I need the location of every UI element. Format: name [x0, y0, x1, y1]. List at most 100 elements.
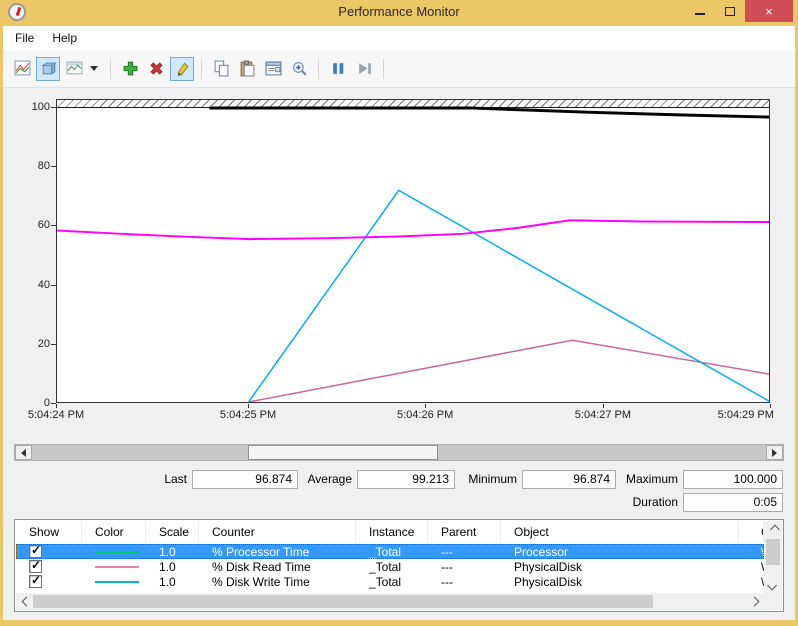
paste-counter-list-button[interactable] — [235, 57, 259, 81]
column-header-computer[interactable]: C — [739, 521, 764, 543]
horizontal-scrollbar-thumb[interactable] — [33, 595, 653, 608]
column-header-color[interactable]: Color — [82, 521, 146, 543]
computer-cell: \\ — [739, 559, 764, 574]
stat-average-label: Average — [290, 470, 352, 488]
chevron-right-icon — [749, 597, 759, 607]
menu-bar: File Help — [3, 26, 795, 50]
delete-counter-button[interactable] — [144, 57, 168, 81]
menu-help[interactable]: Help — [43, 28, 86, 48]
color-swatch — [95, 551, 139, 553]
chart-plot-area — [56, 99, 770, 403]
column-header-instance[interactable]: Instance — [356, 521, 428, 543]
left-arrow-icon — [21, 449, 26, 457]
counter-row[interactable]: 1.0 % Disk Read Time _Total --- Physical… — [16, 559, 764, 574]
step-forward-icon — [356, 60, 373, 77]
add-counter-button[interactable] — [118, 57, 142, 81]
highlight-button[interactable] — [170, 57, 194, 81]
timeline-scrollbar[interactable] — [14, 444, 784, 461]
counter-cell: % Processor Time — [199, 544, 356, 559]
performance-monitor-window: Performance Monitor × File Help — [0, 0, 798, 626]
table-scroll-right-button[interactable] — [747, 593, 764, 610]
computer-cell: \\ — [739, 574, 764, 589]
color-swatch — [95, 566, 139, 568]
show-checkbox[interactable] — [29, 545, 42, 558]
copy-icon — [213, 60, 230, 77]
column-header-object[interactable]: Object — [501, 521, 739, 543]
view-current-activity-button[interactable] — [10, 57, 34, 81]
color-swatch — [95, 581, 139, 583]
toolbar-separator — [201, 59, 202, 79]
table-horizontal-scrollbar[interactable] — [16, 593, 764, 610]
stat-minimum-label: Minimum — [450, 470, 517, 488]
vertical-scrollbar-thumb[interactable] — [766, 539, 780, 565]
scroll-right-button[interactable] — [766, 445, 783, 460]
y-axis-label: 20 — [8, 336, 50, 352]
counter-table: Show Color Scale Counter Instance Parent… — [14, 519, 784, 612]
x-axis-tick — [248, 404, 249, 408]
view-report-button[interactable] — [62, 57, 86, 81]
menu-file[interactable]: File — [6, 28, 43, 48]
x-axis-label: 5:04:26 PM — [397, 409, 453, 421]
counter-row[interactable]: 1.0 % Disk Write Time _Total --- Physica… — [16, 574, 764, 589]
toolbar — [3, 50, 795, 88]
update-data-button[interactable] — [352, 57, 376, 81]
stat-duration-value: 0:05 — [683, 493, 783, 512]
y-axis-tick — [51, 344, 56, 345]
maximize-button[interactable] — [715, 0, 745, 22]
show-checkbox[interactable] — [29, 560, 42, 573]
window-border-left — [0, 0, 3, 626]
scrollbar-corner — [764, 592, 782, 610]
scroll-left-button[interactable] — [15, 445, 32, 460]
graph-type-dropdown-arrow[interactable] — [90, 66, 98, 71]
toolbar-separator — [318, 59, 319, 79]
stat-maximum-label: Maximum — [613, 470, 678, 488]
x-axis-tick — [603, 404, 604, 408]
column-header-show[interactable]: Show — [16, 521, 82, 543]
close-button[interactable]: × — [745, 0, 793, 22]
counter-row[interactable]: 1.0 % Processor Time _Total --- Processo… — [16, 544, 764, 559]
table-scroll-left-button[interactable] — [16, 593, 33, 610]
stat-maximum-value: 100.000 — [683, 470, 783, 489]
column-header-counter[interactable]: Counter — [199, 521, 356, 543]
x-axis-label: 5:04:27 PM — [575, 409, 631, 421]
pause-icon — [330, 60, 347, 77]
highlighter-pen-icon — [174, 60, 191, 77]
scale-cell: 1.0 — [146, 544, 199, 559]
close-icon: × — [765, 4, 773, 19]
change-graph-type-button[interactable] — [36, 57, 60, 81]
y-axis-tick — [51, 285, 56, 286]
x-axis-label: 5:04:24 PM — [28, 409, 84, 421]
object-cell: Processor — [501, 544, 739, 559]
zoom-button[interactable] — [287, 57, 311, 81]
chevron-up-icon — [769, 524, 779, 534]
y-axis-label: 80 — [8, 158, 50, 174]
freeze-display-button[interactable] — [326, 57, 350, 81]
instance-cell: _Total — [356, 559, 428, 574]
properties-button[interactable] — [261, 57, 285, 81]
column-header-scale[interactable]: Scale — [146, 521, 199, 543]
instance-cell: _Total — [356, 544, 428, 559]
y-axis-label: 100 — [8, 99, 50, 115]
parent-cell: --- — [428, 559, 501, 574]
toolbar-separator — [110, 59, 111, 79]
y-axis-label: 60 — [8, 217, 50, 233]
scroll-up-button[interactable] — [764, 521, 782, 537]
minimize-icon — [695, 13, 705, 15]
object-cell: PhysicalDisk — [501, 574, 739, 589]
copy-properties-button[interactable] — [209, 57, 233, 81]
properties-window-icon — [265, 60, 282, 77]
scroll-down-button[interactable] — [764, 577, 782, 593]
toolbar-separator — [383, 59, 384, 79]
column-header-parent[interactable]: Parent — [428, 521, 501, 543]
scale-cell: 1.0 — [146, 559, 199, 574]
window-title: Performance Monitor — [0, 4, 798, 19]
minimize-button[interactable] — [685, 0, 715, 22]
red-x-icon — [148, 60, 165, 77]
right-arrow-icon — [772, 449, 777, 457]
table-vertical-scrollbar[interactable] — [764, 521, 782, 593]
x-axis-label: 5:04:29 PM — [718, 409, 774, 421]
instance-cell: _Total — [356, 574, 428, 589]
show-checkbox[interactable] — [29, 575, 42, 588]
timeline-scrollbar-thumb[interactable] — [248, 445, 438, 460]
chart-svg — [57, 100, 769, 402]
